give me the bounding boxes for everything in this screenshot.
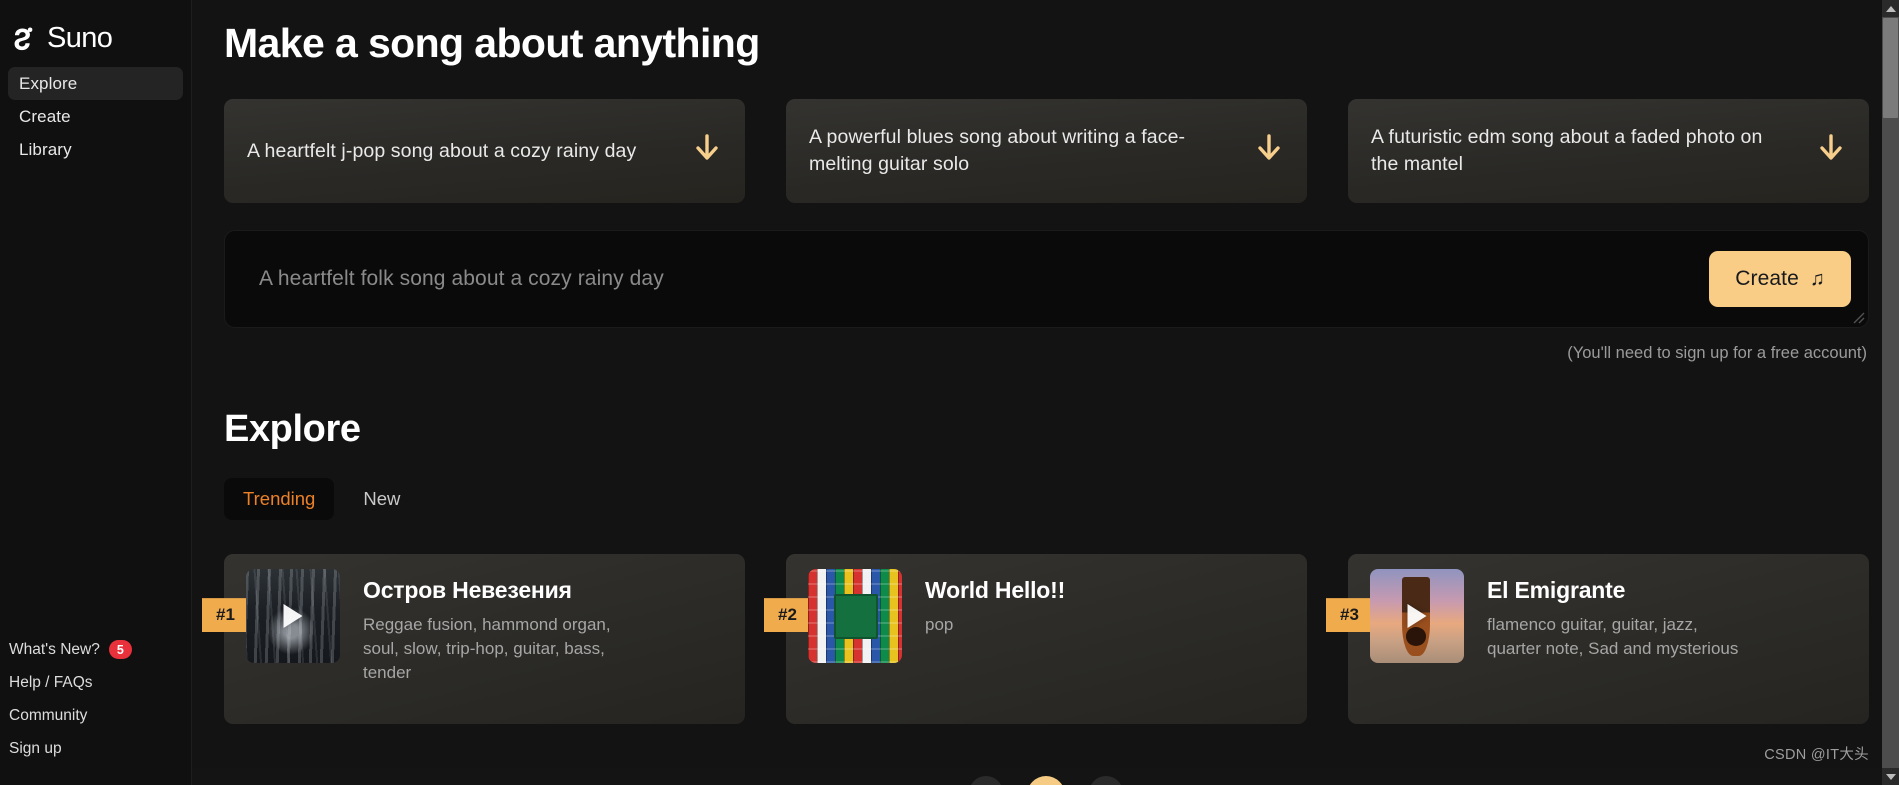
sidebar-item-label: Explore xyxy=(19,73,78,93)
sidebar-item-label: Help / FAQs xyxy=(9,673,93,691)
main-inner: Make a song about anything A heartfelt j… xyxy=(192,0,1899,725)
sidebar-item-help-faqs[interactable]: Help / FAQs xyxy=(0,666,191,699)
tab-label: New xyxy=(363,488,401,510)
play-icon[interactable] xyxy=(283,604,303,629)
song-meta: El Emigrante flamenco guitar, guitar, ja… xyxy=(1464,569,1770,661)
song-title: Остров Невезения xyxy=(363,577,572,604)
vertical-scrollbar[interactable] xyxy=(1882,0,1899,785)
sidebar-item-label: Community xyxy=(9,706,88,724)
song-card[interactable]: #1 Остров Невезения Reggae fusion, hammo… xyxy=(202,554,745,725)
song-card[interactable]: #2 World Hello!! pop xyxy=(764,554,1307,725)
create-button[interactable]: Create ♫ xyxy=(1709,251,1851,308)
song-tags: flamenco guitar, guitar, jazz, quarter n… xyxy=(1487,615,1739,659)
down-arrow-icon[interactable] xyxy=(1255,133,1283,170)
signup-note: (You'll need to sign up for a free accou… xyxy=(1567,344,1867,363)
sidebar-nav-secondary: What's New? 5 Help / FAQs Community Sign… xyxy=(0,633,191,785)
down-arrow-icon[interactable] xyxy=(693,133,721,170)
whats-new-badge: 5 xyxy=(108,640,132,659)
brand[interactable]: Suno xyxy=(0,0,191,62)
suggestion-card[interactable]: A heartfelt j-pop song about a cozy rain… xyxy=(224,99,745,204)
create-button-label: Create xyxy=(1735,267,1799,291)
down-arrow-icon[interactable] xyxy=(1817,133,1845,170)
sidebar-item-create[interactable]: Create xyxy=(8,100,183,133)
player-bar[interactable] xyxy=(192,768,1899,785)
music-note-icon: ♫ xyxy=(1809,268,1825,291)
suno-app-window: Suno Explore Create Library What's New? … xyxy=(0,0,1899,785)
suggestion-text: A heartfelt j-pop song about a cozy rain… xyxy=(247,139,637,162)
sidebar-item-whats-new[interactable]: What's New? 5 xyxy=(0,633,191,666)
sidebar-item-label: What's New? xyxy=(9,640,100,658)
play-icon[interactable] xyxy=(1407,604,1427,629)
song-meta: World Hello!! pop xyxy=(902,569,1083,637)
song-meta: Остров Невезения Reggae fusion, hammond … xyxy=(340,569,646,685)
sidebar-item-sign-up[interactable]: Sign up xyxy=(0,732,191,765)
sidebar-item-community[interactable]: Community xyxy=(0,699,191,732)
prompt-input[interactable]: A heartfelt folk song about a cozy rainy… xyxy=(259,267,664,291)
suggestion-text: A futuristic edm song about a faded phot… xyxy=(1371,126,1763,176)
song-list: #1 Остров Невезения Reggae fusion, hammo… xyxy=(202,554,1869,725)
song-card[interactable]: #3 El Emigrante flamenco guitar, guitar,… xyxy=(1326,554,1869,725)
sidebar: Suno Explore Create Library What's New? … xyxy=(0,0,192,785)
explore-heading: Explore xyxy=(224,408,361,451)
song-artwork[interactable] xyxy=(246,569,340,664)
watermark: CSDN @IT大头 xyxy=(1764,747,1869,763)
scroll-up-arrow-icon[interactable] xyxy=(1882,0,1899,17)
suggestion-card[interactable]: A powerful blues song about writing a fa… xyxy=(786,99,1307,204)
suno-wave-logo-icon xyxy=(8,23,38,53)
sidebar-item-library[interactable]: Library xyxy=(8,133,183,166)
song-artwork[interactable] xyxy=(808,569,902,664)
suggestion-text: A powerful blues song about writing a fa… xyxy=(809,126,1186,176)
song-tags: pop xyxy=(925,615,954,635)
sidebar-item-label: Library xyxy=(19,139,72,159)
sidebar-item-explore[interactable]: Explore xyxy=(8,67,183,100)
song-artwork[interactable] xyxy=(1370,569,1464,664)
scrollbar-thumb[interactable] xyxy=(1883,18,1898,118)
sidebar-item-label: Create xyxy=(19,106,71,126)
song-title: El Emigrante xyxy=(1487,577,1626,604)
tab-label: Trending xyxy=(243,488,316,510)
tab-new[interactable]: New xyxy=(344,478,419,520)
sidebar-nav-primary: Explore Create Library xyxy=(0,67,191,166)
main-content: Make a song about anything A heartfelt j… xyxy=(192,0,1899,785)
prompt-suggestions: A heartfelt j-pop song about a cozy rain… xyxy=(224,99,1869,204)
page-title: Make a song about anything xyxy=(224,20,760,66)
brand-name: Suno xyxy=(47,21,113,54)
song-tags: Reggae fusion, hammond organ, soul, slow… xyxy=(363,615,611,683)
song-title: World Hello!! xyxy=(925,577,1066,604)
play-icon[interactable] xyxy=(845,604,865,629)
sidebar-item-label: Sign up xyxy=(9,739,62,757)
suggestion-card[interactable]: A futuristic edm song about a faded phot… xyxy=(1348,99,1869,204)
resize-grip-icon[interactable] xyxy=(1852,311,1865,324)
scroll-down-arrow-icon[interactable] xyxy=(1882,768,1899,785)
play-pause-button[interactable] xyxy=(1026,776,1065,785)
tab-trending[interactable]: Trending xyxy=(224,478,335,521)
next-track-button[interactable] xyxy=(1088,776,1123,785)
previous-track-button[interactable] xyxy=(968,776,1003,785)
explore-tabs: Trending New xyxy=(224,478,1869,521)
prompt-input-container[interactable]: A heartfelt folk song about a cozy rainy… xyxy=(224,230,1869,329)
scrollbar-track[interactable] xyxy=(1882,17,1899,768)
